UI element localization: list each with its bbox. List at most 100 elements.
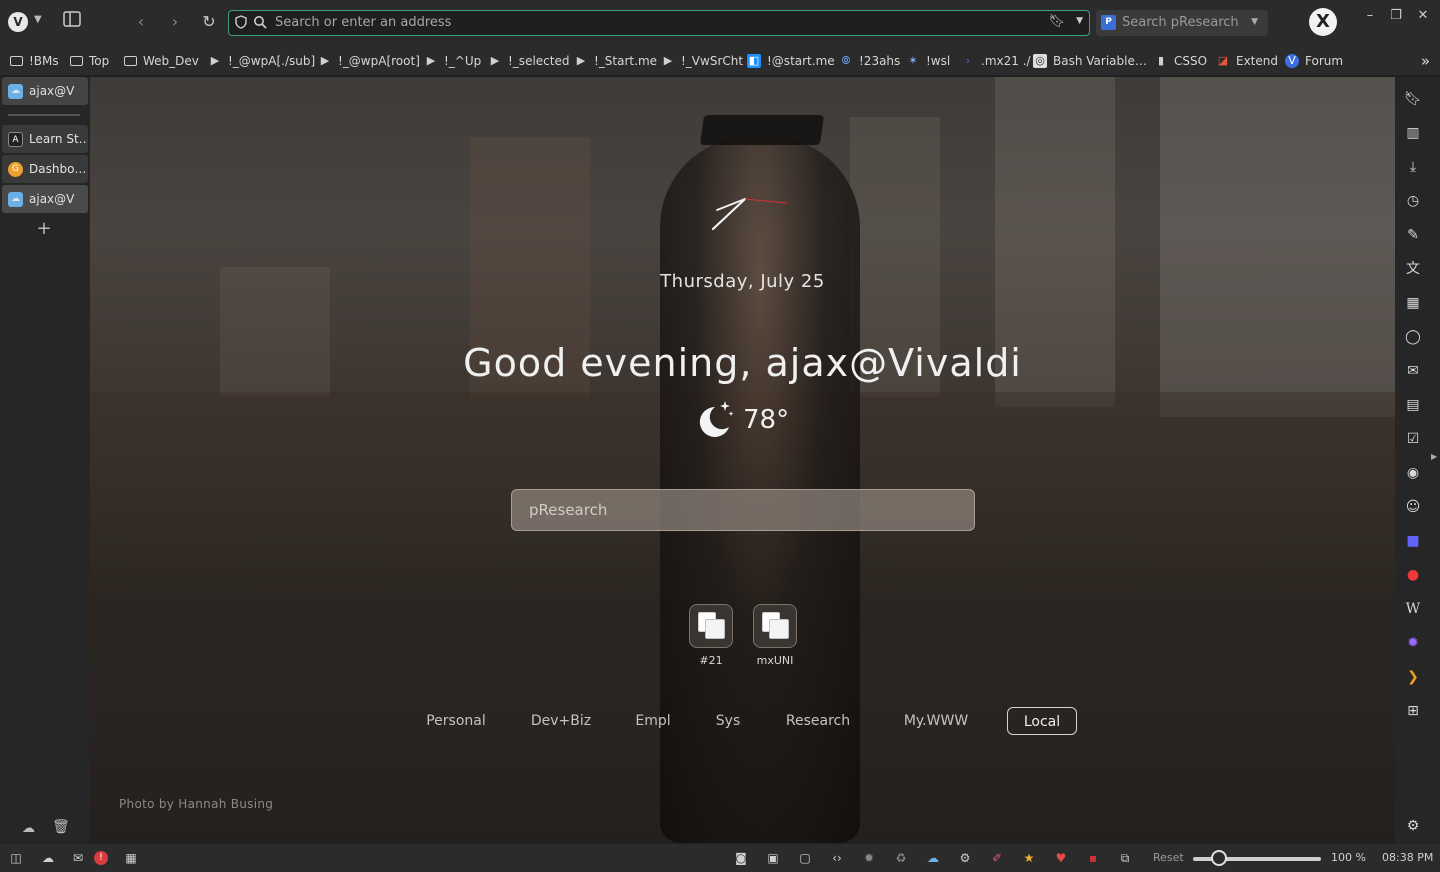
- speed-dial-label[interactable]: #21: [689, 654, 733, 667]
- contacts-icon[interactable]: ☺: [1404, 498, 1422, 516]
- address-bar[interactable]: Search or enter an address 🔖︎ ▼: [228, 10, 1090, 36]
- bookmark-item[interactable]: !BMs: [10, 53, 59, 69]
- search-engine-field[interactable]: P Search pResearch ▼: [1096, 10, 1268, 36]
- bookmark-item[interactable]: ◎ Bash Variable…: [1033, 53, 1147, 69]
- extension-settings-icon[interactable]: ⚙: [956, 850, 974, 866]
- vivaldi-menu-icon[interactable]: V: [8, 12, 28, 32]
- bookmark-item[interactable]: ◪ Extend: [1216, 53, 1278, 69]
- forward-button[interactable]: ›: [164, 11, 186, 33]
- mail-icon[interactable]: ✉: [69, 850, 87, 866]
- bookmark-item[interactable]: ⦾ !23ahs: [839, 53, 901, 69]
- capture-icon[interactable]: ◙: [732, 850, 750, 866]
- shield-icon[interactable]: [235, 15, 247, 29]
- bookmark-item[interactable]: ▶ !_selected: [488, 53, 570, 69]
- profile-avatar[interactable]: X: [1309, 8, 1337, 36]
- calendar-grid-icon[interactable]: ▤: [1404, 396, 1422, 414]
- bookmark-item[interactable]: V Forum: [1285, 53, 1343, 69]
- bookmark-item[interactable]: ▶ !_Start.me: [574, 53, 657, 69]
- back-button[interactable]: ‹: [130, 11, 152, 33]
- mastodon-icon[interactable]: ■: [1404, 532, 1422, 550]
- tasks-icon[interactable]: ☑: [1404, 430, 1422, 448]
- extension-weather-icon[interactable]: ☁: [924, 850, 942, 866]
- tab[interactable]: A Learn St…: [2, 125, 88, 153]
- panel-expand-icon[interactable]: ▶: [1431, 452, 1437, 461]
- bookmark-item[interactable]: ▶ !_VwSrCht: [661, 53, 743, 69]
- bookmark-item[interactable]: ▮ CSSO: [1154, 53, 1207, 69]
- category-tab-mywww[interactable]: My.WWW: [886, 707, 986, 735]
- history-icon[interactable]: ◷: [1404, 192, 1422, 210]
- category-tab-research[interactable]: Research: [775, 707, 861, 735]
- extension-gear-icon[interactable]: ✹: [860, 850, 878, 866]
- trash-icon[interactable]: 🗑︎: [52, 819, 70, 835]
- search-engine-dropdown-icon[interactable]: ▼: [1251, 17, 1258, 27]
- search-engine-placeholder[interactable]: Search pResearch: [1122, 15, 1239, 30]
- extension-recycle-icon[interactable]: ♻: [892, 850, 910, 866]
- extension-css-icon[interactable]: ▪: [1084, 850, 1102, 866]
- speed-dial-thumbnail[interactable]: [689, 604, 733, 648]
- tab-pinned[interactable]: ☁ ajax@V: [2, 77, 88, 105]
- downloads-icon[interactable]: ⤓: [1404, 158, 1422, 176]
- add-panel-icon[interactable]: ⊞: [1404, 702, 1422, 720]
- images-icon[interactable]: ▣: [764, 850, 782, 866]
- calendar-icon[interactable]: ▦: [122, 850, 140, 866]
- address-dropdown-icon[interactable]: ▼: [1076, 16, 1083, 26]
- puzzle-gear-icon[interactable]: ✹: [1404, 634, 1422, 652]
- maximize-icon[interactable]: ❐: [1386, 6, 1406, 26]
- zoom-reset-button[interactable]: Reset: [1153, 851, 1184, 864]
- tab[interactable]: G Dashbo…: [2, 155, 88, 183]
- vivaldi-menu-chevron-icon[interactable]: ▼: [34, 14, 42, 25]
- speed-dial[interactable]: #21: [689, 604, 733, 667]
- chevron-orange-icon[interactable]: ❯: [1404, 668, 1422, 686]
- mail-icon[interactable]: ✉: [1404, 362, 1422, 380]
- close-icon[interactable]: ✕: [1413, 6, 1433, 26]
- bookmark-item[interactable]: ◧ !@start.me: [747, 53, 835, 69]
- settings-icon[interactable]: ⚙: [1404, 817, 1422, 835]
- bookmark-item[interactable]: ▶ !_@wpA[./sub]: [208, 53, 315, 69]
- tiling-icon[interactable]: ▢: [796, 850, 814, 866]
- bookmark-item[interactable]: › .mx21 ./: [961, 53, 1031, 69]
- bookmark-item[interactable]: ▶ !_^Up: [424, 53, 482, 69]
- panel-toggle-icon[interactable]: [61, 11, 83, 33]
- bookmark-item[interactable]: ✶ !wsl: [906, 53, 950, 69]
- zoom-slider-thumb[interactable]: [1211, 850, 1227, 866]
- extension-heart-icon[interactable]: ♥: [1052, 850, 1070, 866]
- minimize-icon[interactable]: –: [1360, 6, 1380, 26]
- vivaldi-red-icon[interactable]: ●: [1404, 566, 1422, 584]
- extension-picker-icon[interactable]: ✐: [988, 850, 1006, 866]
- category-tab-local[interactable]: Local: [1007, 707, 1077, 735]
- wikipedia-icon[interactable]: W: [1404, 600, 1422, 618]
- bookmark-item[interactable]: Web_Dev: [124, 53, 199, 69]
- sync-cloud-icon[interactable]: ☁: [22, 821, 35, 836]
- extension-star-icon[interactable]: ★: [1020, 850, 1038, 866]
- reload-button[interactable]: ↻: [198, 11, 220, 33]
- status-clock[interactable]: 08:38 PM: [1382, 851, 1433, 864]
- chat-icon[interactable]: ◯: [1404, 328, 1422, 346]
- category-tab-empl[interactable]: Empl: [625, 707, 681, 735]
- speed-dial-thumbnail[interactable]: [753, 604, 797, 648]
- feeds-icon[interactable]: ◉: [1404, 464, 1422, 482]
- tab-active[interactable]: ☁ ajax@V: [2, 185, 88, 213]
- start-page-search[interactable]: [511, 489, 975, 531]
- bookmarks-icon[interactable]: 🔖︎: [1404, 90, 1422, 108]
- devtools-icon[interactable]: ‹›: [828, 850, 846, 866]
- sync-cloud-icon[interactable]: ☁: [39, 850, 57, 866]
- alert-badge[interactable]: !: [94, 851, 108, 865]
- speed-dial[interactable]: mxUNI: [753, 604, 797, 667]
- speed-dial-label[interactable]: mxUNI: [753, 654, 797, 667]
- start-page-search-input[interactable]: [512, 490, 974, 530]
- extensions-puzzle-icon[interactable]: ⧉: [1116, 850, 1134, 866]
- new-tab-button[interactable]: +: [34, 219, 54, 239]
- bookmark-item[interactable]: ▶ !_@wpA[root]: [318, 53, 420, 69]
- address-placeholder[interactable]: Search or enter an address: [275, 15, 451, 30]
- bookmarks-overflow-icon[interactable]: »: [1421, 52, 1430, 70]
- photo-credit[interactable]: Photo by Hannah Busing: [119, 797, 273, 811]
- calendar-icon[interactable]: ▦: [1404, 294, 1422, 312]
- reading-list-icon[interactable]: ▥: [1404, 124, 1422, 142]
- category-tab-sys[interactable]: Sys: [706, 707, 750, 735]
- bookmark-page-icon[interactable]: 🔖︎: [1048, 14, 1065, 29]
- category-tab-personal[interactable]: Personal: [415, 707, 497, 735]
- translate-icon[interactable]: 文: [1404, 260, 1422, 278]
- bookmark-item[interactable]: Top: [70, 53, 109, 69]
- notes-icon[interactable]: ✎: [1404, 226, 1422, 244]
- category-tab-devbiz[interactable]: Dev+Biz: [522, 707, 600, 735]
